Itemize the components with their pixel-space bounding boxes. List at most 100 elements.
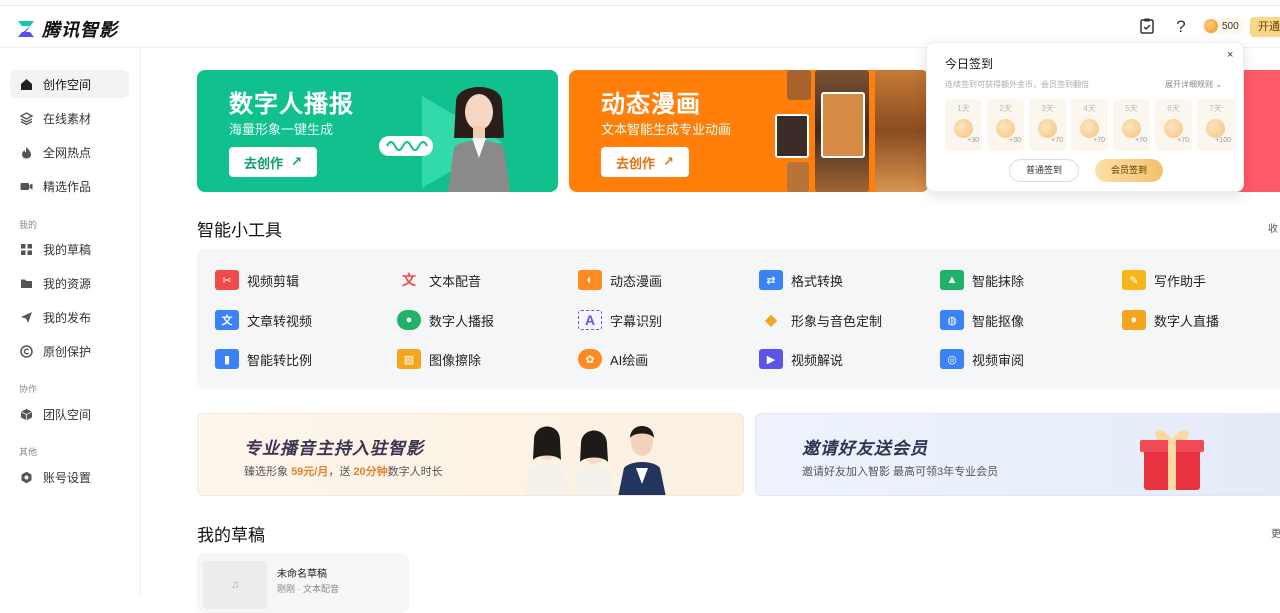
promo-anchor-hosts[interactable]: 专业播音主持入驻智影 臻选形象 59元/月，送 20分钟数字人时长: [197, 413, 744, 496]
tools-panel: ✂ 视频剪辑 文 文本配音 ◐ 动态漫画 ⇄ 格式转换 ▲ 智能抹除 ✎ 写作助…: [197, 249, 1280, 389]
fire-icon: [20, 146, 33, 159]
sidebar-group-other: 其他: [19, 447, 38, 457]
tool-subtitle-recognition[interactable]: A 字幕识别: [578, 310, 662, 330]
tool-dynamic-comic[interactable]: ◐ 动态漫画: [578, 270, 662, 290]
promo-invite-friends[interactable]: 邀请好友送会员 邀请好友加入智影 最高可领3年专业会员: [755, 413, 1280, 496]
tool-smart-matting[interactable]: ◍ 智能抠像: [940, 310, 1024, 330]
tool-image-erase[interactable]: ▨ 图像擦除: [397, 349, 481, 369]
logo[interactable]: 腾讯智影: [16, 16, 118, 42]
banner-subtitle: 文本智能生成专业动画: [601, 122, 732, 137]
open-membership-button[interactable]: 开通: [1250, 17, 1280, 37]
clipboard-icon[interactable]: [1138, 18, 1156, 36]
tool-text-voice[interactable]: 文 文本配音: [397, 270, 481, 290]
gift-box-icon: [1136, 420, 1210, 494]
checkin-day: 1天 +30: [945, 99, 982, 151]
vip-checkin-button[interactable]: 会员签到: [1095, 159, 1163, 182]
banner-title: 动态漫画: [601, 91, 701, 118]
promo-subtitle: 邀请好友加入智影 最高可领3年专业会员: [802, 466, 999, 478]
tool-format-convert[interactable]: ⇄ 格式转换: [759, 270, 843, 290]
music-icon: ♫: [203, 561, 267, 609]
cube-icon: [20, 408, 33, 421]
banner-digital-human[interactable]: 数字人播报 海量形象一键生成 去创作 ↗: [197, 70, 558, 192]
close-icon[interactable]: ×: [1227, 49, 1233, 61]
tool-avatar-voice-custom[interactable]: ◆ 形象与音色定制: [759, 310, 882, 330]
coin-count: 500: [1222, 20, 1239, 32]
sidebar-item-published[interactable]: 我的发布: [10, 303, 129, 331]
sidebar-item-label: 我的资源: [43, 276, 92, 291]
draft-card[interactable]: ♫ 未命名草稿 刚刚 · 文本配音: [197, 553, 409, 613]
sidebar-item-label: 原创保护: [43, 344, 92, 359]
sidebar-item-materials[interactable]: 在线素材: [10, 104, 129, 132]
sidebar-item-drafts[interactable]: 我的草稿: [10, 235, 129, 263]
writing-icon: ✎: [1122, 270, 1146, 290]
popup-description: 连续签到可获得额外金币，会员签到翻倍: [945, 80, 1089, 89]
draft-name: 未命名草稿: [277, 569, 327, 580]
sidebar-item-label: 在线素材: [43, 111, 92, 126]
article-video-icon: 文: [215, 310, 239, 330]
comic-panel: [821, 92, 865, 158]
tool-video-review[interactable]: ◎ 视频审阅: [940, 349, 1024, 369]
expand-rules-link[interactable]: 展开详细规则 ⌄: [1165, 79, 1222, 90]
rules-label: 展开详细规则: [1165, 80, 1213, 89]
sidebar-item-label: 创作空间: [43, 77, 92, 92]
normal-checkin-button[interactable]: 普通签到: [1009, 159, 1079, 182]
sidebar-item-featured[interactable]: 精选作品: [10, 172, 129, 200]
day-amount: +70: [1177, 137, 1189, 144]
tool-label: 智能抹除: [972, 273, 1025, 289]
sidebar-item-team[interactable]: 团队空间: [10, 400, 129, 428]
sidebar-item-label: 全网热点: [43, 145, 92, 160]
convert-icon: ⇄: [759, 270, 783, 290]
day-amount: +70: [1051, 137, 1063, 144]
help-icon[interactable]: ?: [1172, 18, 1190, 36]
ratio-icon: ▮: [215, 349, 239, 369]
logo-icon: [16, 19, 36, 39]
day-label: 2天: [999, 104, 1012, 113]
drafts-section-title: 我的草稿: [197, 526, 265, 545]
banner-create-button[interactable]: 去创作 ↗: [229, 147, 317, 177]
tool-label: AI绘画: [610, 352, 649, 368]
banner-comic[interactable]: 动态漫画 文本智能生成专业动画 去创作 ↗: [569, 70, 929, 192]
comic-panel: [787, 70, 811, 100]
button-label: 去创作: [616, 155, 656, 171]
arrow-up-right-icon: ↗: [663, 154, 674, 169]
tools-section-title: 智能小工具: [197, 221, 282, 240]
checkin-day: 4天 +70: [1071, 99, 1108, 151]
coin-balance[interactable]: 500: [1202, 18, 1245, 34]
banner-create-button[interactable]: 去创作 ↗: [601, 147, 689, 177]
arrow-up-right-icon: ↗: [291, 154, 302, 169]
sidebar-item-resources[interactable]: 我的资源: [10, 269, 129, 297]
erase-icon: ▲: [940, 270, 964, 290]
coin-icon: [1206, 119, 1225, 138]
day-amount: +70: [1093, 137, 1105, 144]
image-erase-icon: ▨: [397, 349, 421, 369]
drafts-more-link[interactable]: 更: [1271, 525, 1280, 540]
tool-video-narration[interactable]: ▶ 视频解说: [759, 349, 843, 369]
tool-label: 数字人播报: [429, 313, 495, 329]
tool-digital-human-broadcast[interactable]: ● 数字人播报: [397, 310, 494, 330]
tool-smart-erase[interactable]: ▲ 智能抹除: [940, 270, 1024, 290]
tool-digital-human-live[interactable]: ● 数字人直播: [1122, 310, 1219, 330]
day-amount: +100: [1215, 137, 1231, 144]
tool-writing-assistant[interactable]: ✎ 写作助手: [1122, 270, 1206, 290]
home-icon: [20, 78, 33, 91]
tools-collapse-link[interactable]: 收: [1268, 220, 1278, 235]
draft-meta: 刚刚 · 文本配音: [277, 584, 339, 594]
day-amount: +30: [967, 137, 979, 144]
tool-ai-painting[interactable]: ✿ AI绘画: [578, 349, 648, 369]
tool-video-edit[interactable]: ✂ 视频剪辑: [215, 270, 299, 290]
sidebar-item-hot[interactable]: 全网热点: [10, 138, 129, 166]
tool-smart-ratio[interactable]: ▮ 智能转比例: [215, 349, 312, 369]
sidebar-item-creation[interactable]: 创作空间: [10, 70, 129, 98]
coin-icon: [954, 119, 973, 138]
tool-label: 视频审阅: [972, 352, 1025, 368]
day-label: 6天: [1167, 104, 1180, 113]
video-narration-icon: ▶: [759, 349, 783, 369]
hosts-image: [506, 414, 696, 495]
tool-label: 视频剪辑: [247, 273, 300, 289]
sidebar-item-copyright[interactable]: 原创保护: [10, 337, 129, 365]
sidebar-item-account[interactable]: 账号设置: [10, 463, 129, 491]
tool-label: 格式转换: [791, 273, 844, 289]
tool-article-to-video[interactable]: 文 文章转视频: [215, 310, 312, 330]
tool-label: 写作助手: [1154, 273, 1207, 289]
grid-icon: [20, 243, 33, 256]
